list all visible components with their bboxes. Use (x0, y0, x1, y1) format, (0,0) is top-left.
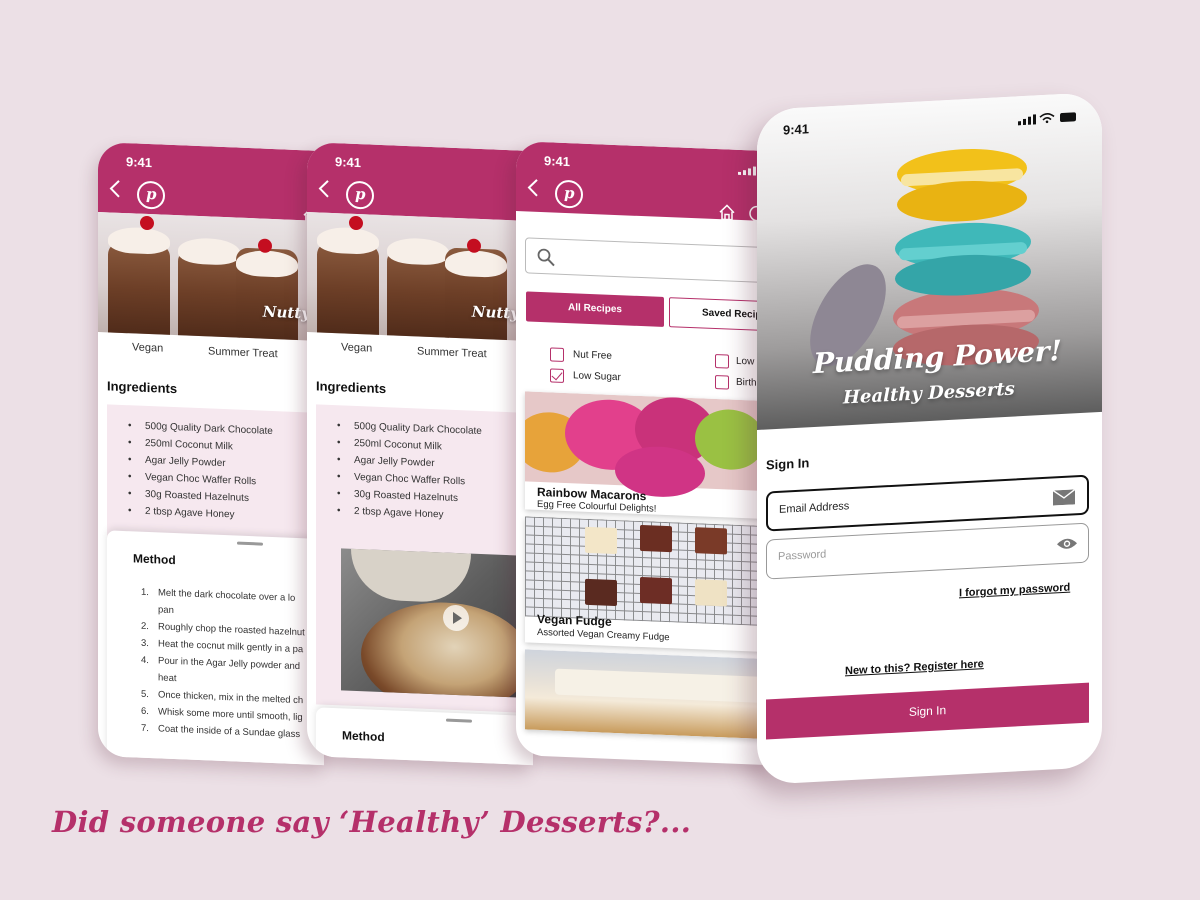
tag-summer-treat[interactable]: Summer Treat (208, 345, 278, 360)
sheet-handle[interactable] (446, 718, 472, 723)
macarons-image (525, 391, 774, 499)
status-bar-icons (1018, 112, 1076, 126)
recipe-hero-image: Nutty Ch (307, 212, 533, 342)
method-steps: 1. Melt the dark chocolate over a lo pan … (133, 585, 324, 746)
recipe-card-subtitle: Assorted Vegan Creamy Fudge (537, 626, 670, 644)
phone-recipe-video: 9:41 p Nutty Ch Vegan Summer Treat Ingre… (307, 142, 533, 766)
tagline: Did someone say ‘Healthy’ Desserts?... (52, 805, 692, 839)
filter-low-label: Low (736, 355, 755, 368)
status-time: 9:41 (783, 121, 810, 138)
sign-in-button[interactable]: Sign In (766, 682, 1089, 740)
tag-summer-treat[interactable]: Summer Treat (417, 345, 487, 360)
method-sheet[interactable]: Method 1. Melt the dark chocolate over a … (107, 530, 324, 766)
pudding-logo-icon[interactable]: p (137, 180, 165, 210)
phone-sign-in: 9:41 Pudding Power! Healthy Desserts Sig… (757, 91, 1102, 786)
status-time: 9:41 (126, 154, 153, 171)
password-field[interactable]: Password (766, 522, 1089, 580)
method-title: Method (342, 728, 385, 745)
app-header: 9:41 p (516, 141, 774, 222)
filter-low-checkbox[interactable] (715, 353, 729, 369)
hero-subtitle: Healthy Desserts (843, 378, 1015, 409)
filter-birthday-label: Birth (736, 376, 757, 389)
filter-nut-free-checkbox[interactable] (550, 347, 564, 362)
back-arrow-icon[interactable] (317, 178, 331, 199)
play-icon[interactable] (443, 604, 469, 632)
fudge-image (525, 516, 774, 627)
back-arrow-icon[interactable] (526, 177, 540, 198)
ingredients-title: Ingredients (107, 378, 178, 397)
tag-vegan[interactable]: Vegan (132, 341, 163, 354)
filter-low-sugar-checkbox[interactable] (550, 368, 564, 383)
method-sheet[interactable]: Method (316, 707, 533, 766)
sign-in-heading: Sign In (766, 455, 810, 473)
recipe-card-title: Vegan Fudge (537, 611, 612, 629)
filter-birthday-checkbox[interactable] (715, 374, 729, 390)
recipe-card-macarons[interactable]: Rainbow Macarons Egg Free Colourful Deli… (525, 391, 774, 520)
eye-icon[interactable] (1056, 536, 1078, 551)
recipe-hero-image: Nutty Ch (98, 212, 324, 342)
pudding-logo-icon[interactable]: p (555, 179, 583, 209)
search-input[interactable] (525, 237, 774, 284)
recipe-video[interactable] (341, 548, 533, 699)
home-icon[interactable] (718, 203, 736, 222)
status-time: 9:41 (335, 154, 362, 171)
forgot-password-link[interactable]: I forgot my password (959, 582, 1070, 600)
tab-all-recipes[interactable]: All Recipes (526, 291, 664, 327)
email-placeholder: Email Address (779, 500, 850, 516)
method-title: Method (133, 551, 176, 568)
recipe-card-cake[interactable] (525, 649, 774, 740)
cake-image (525, 649, 774, 740)
phone-recipe-method: 9:41 p Nutty Ch Vegan Summer Treat Ingre… (98, 142, 324, 766)
password-placeholder: Password (778, 548, 827, 563)
mail-icon (1053, 489, 1075, 506)
status-time: 9:41 (544, 153, 571, 170)
app-header: 9:41 p (307, 142, 533, 222)
filter-nut-free-label: Nut Free (573, 349, 612, 362)
recipe-card-fudge[interactable]: Vegan Fudge Assorted Vegan Creamy Fudge (525, 516, 774, 653)
sheet-handle[interactable] (237, 541, 263, 546)
back-arrow-icon[interactable] (108, 178, 122, 199)
pudding-logo-icon[interactable]: p (346, 180, 374, 210)
email-field[interactable]: Email Address (766, 474, 1089, 532)
app-header: 9:41 p (98, 142, 324, 224)
recipe-tags: Vegan Summer Treat (98, 340, 324, 360)
register-link[interactable]: New to this? Register here (845, 658, 984, 677)
macaron-hero-image: 9:41 Pudding Power! Healthy Desserts (757, 91, 1102, 431)
phone-browse: 9:41 p All Recipes Saved Recip Nut Free … (516, 141, 774, 766)
ingredients-title: Ingredients (316, 378, 387, 397)
tag-vegan[interactable]: Vegan (341, 341, 372, 354)
search-icon (537, 248, 555, 267)
filter-low-sugar-label: Low Sugar (573, 370, 621, 384)
recipe-tags: Vegan Summer Treat (307, 340, 533, 360)
